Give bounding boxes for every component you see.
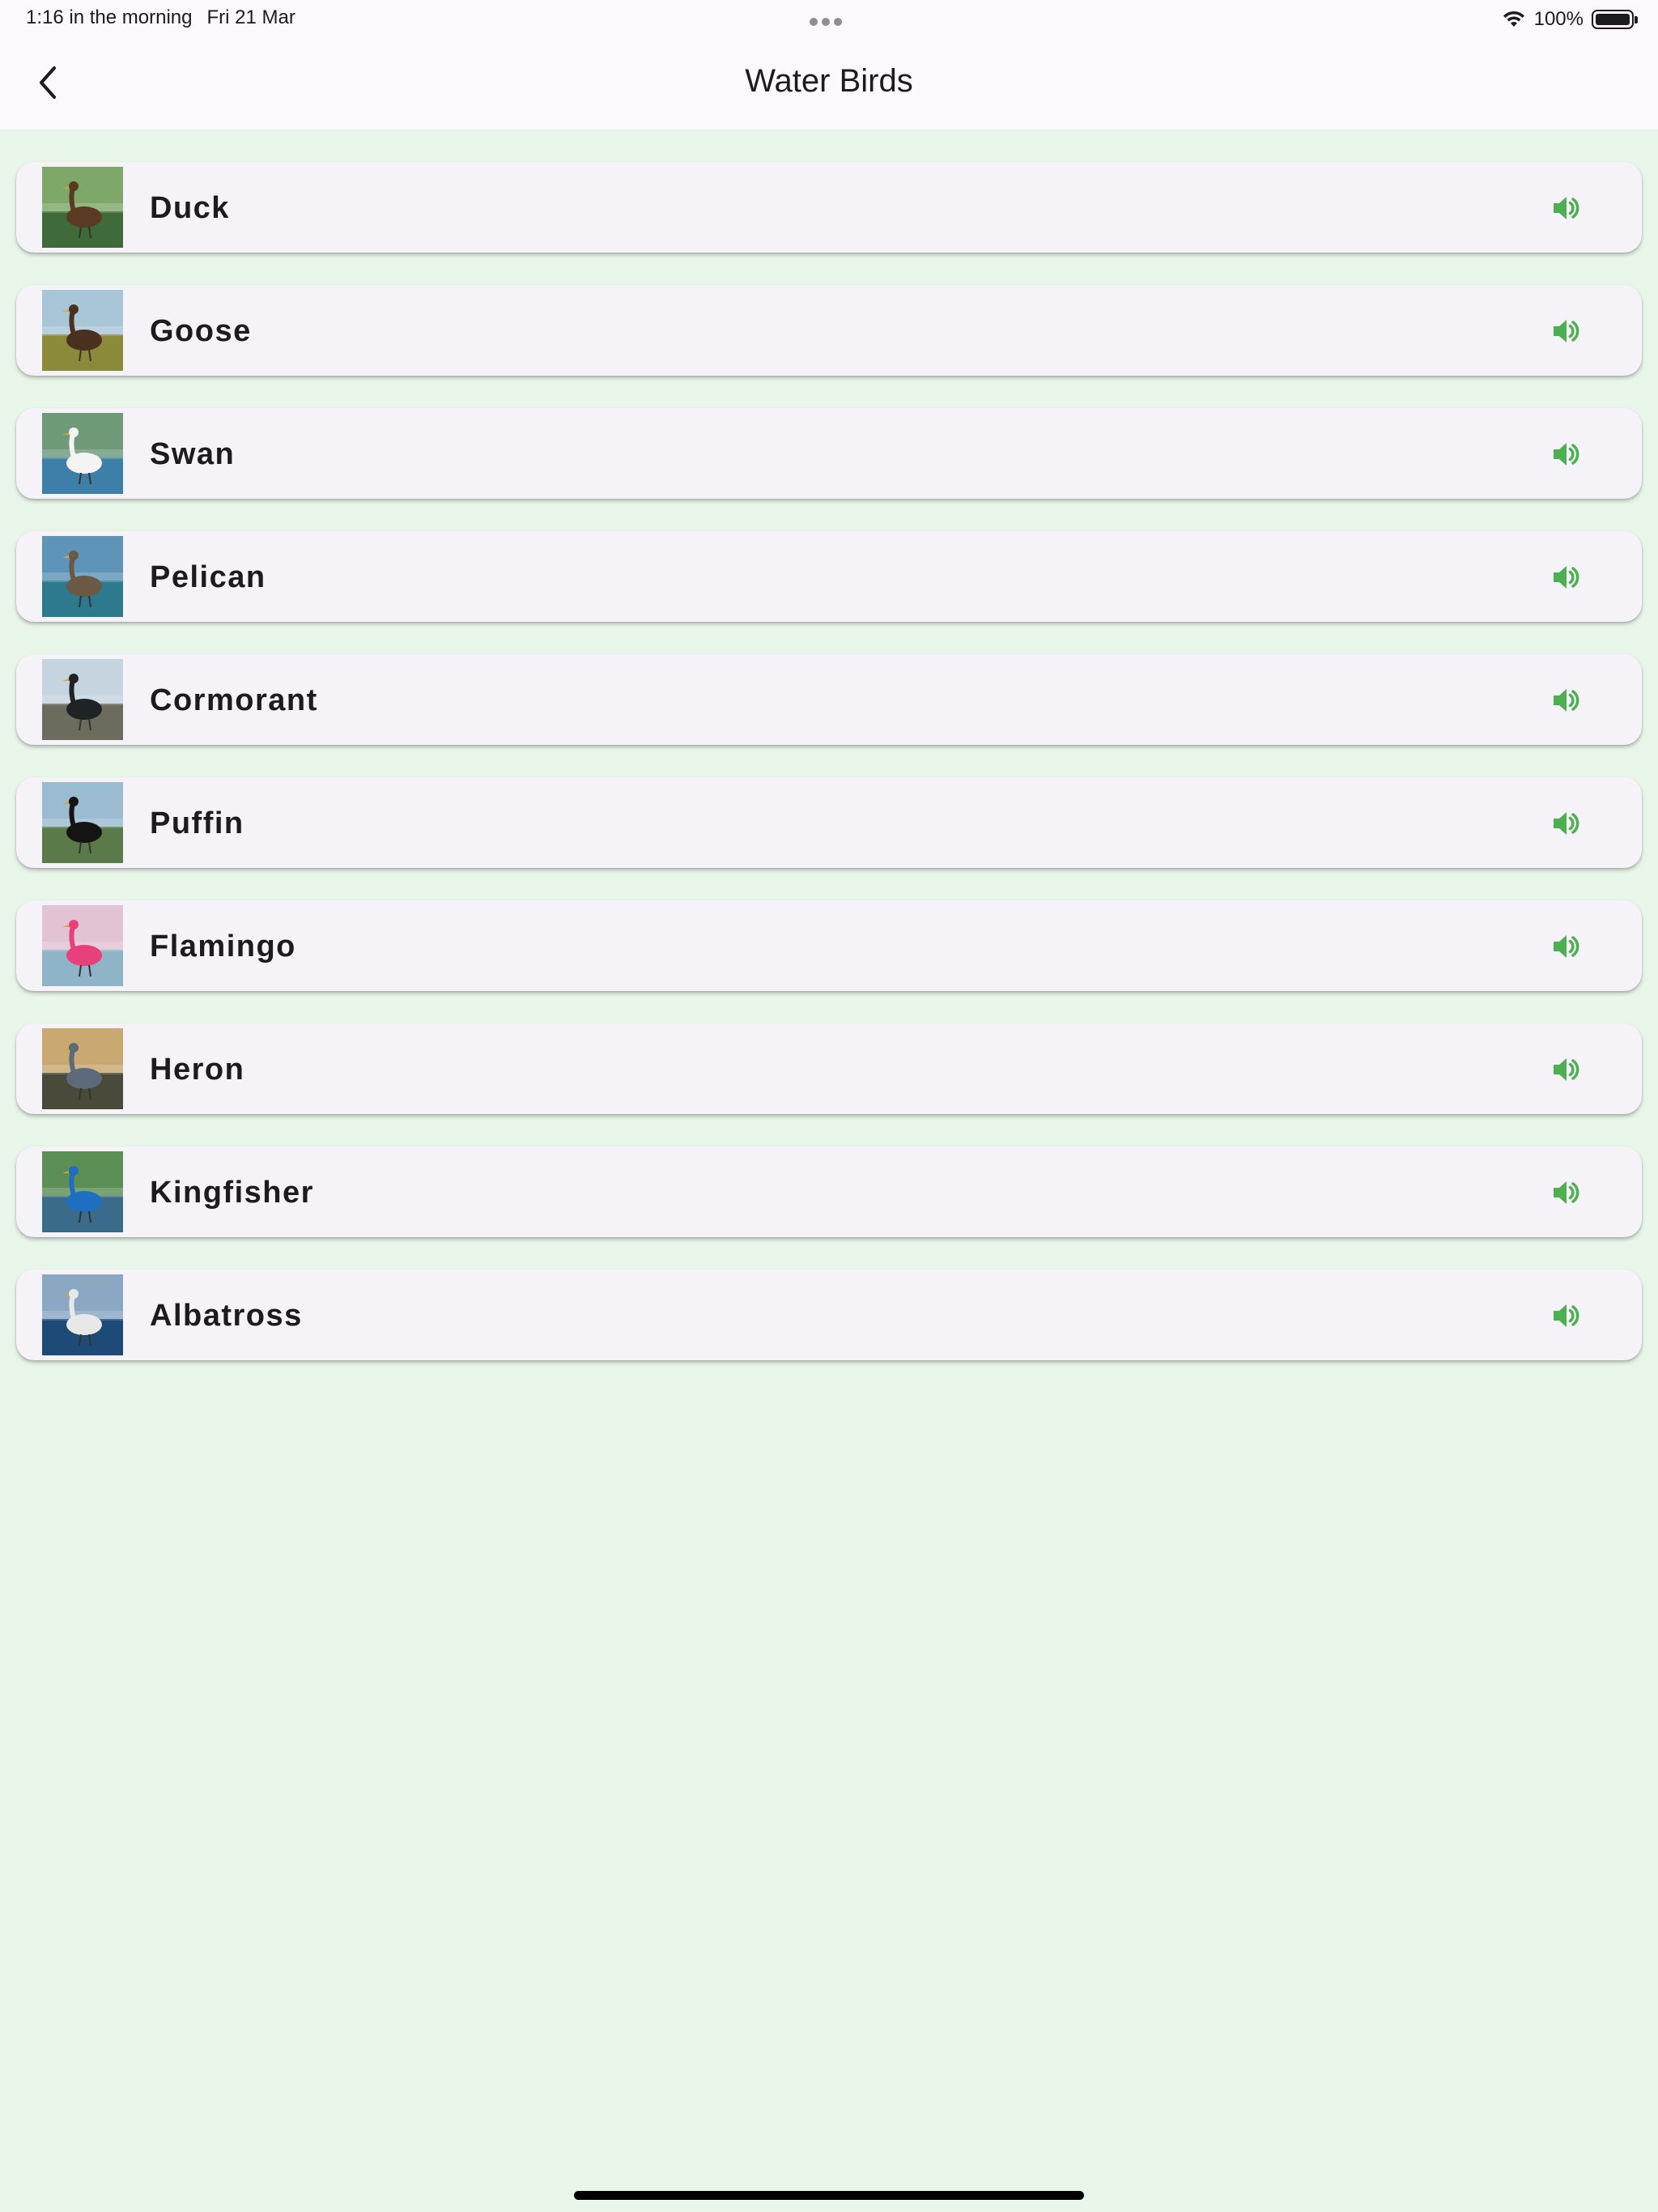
bird-name: Albatross <box>150 1299 303 1333</box>
volume-up-icon <box>1554 1181 1579 1204</box>
play-sound-button[interactable] <box>1546 311 1587 351</box>
bird-name: Flamingo <box>150 929 296 963</box>
bird-list: Duck Goose Swan Pelican Cormorant Puffin Flami… <box>16 162 1642 1393</box>
bird-card[interactable]: Cormorant <box>16 654 1642 745</box>
bird-thumbnail <box>42 167 123 248</box>
bird-card[interactable]: Goose <box>16 285 1642 376</box>
play-sound-button[interactable] <box>1546 434 1587 474</box>
volume-up-icon <box>1554 197 1579 219</box>
bird-card[interactable]: Pelican <box>16 531 1642 622</box>
app-bar: Water Birds <box>0 39 1658 130</box>
bird-card[interactable]: Swan <box>16 408 1642 499</box>
bird-card[interactable]: Puffin <box>16 777 1642 868</box>
bird-name: Cormorant <box>150 683 318 717</box>
play-sound-button[interactable] <box>1546 557 1587 598</box>
bird-name: Pelican <box>150 560 266 594</box>
bird-name: Kingfisher <box>150 1176 314 1210</box>
play-sound-button[interactable] <box>1546 680 1587 721</box>
bird-thumbnail <box>42 1028 123 1109</box>
bird-card[interactable]: Flamingo <box>16 900 1642 991</box>
page-title: Water Birds <box>745 63 913 99</box>
status-time: 1:16 in the morning Fri 21 Mar <box>26 6 295 29</box>
multitasking-dots-icon[interactable] <box>810 15 848 26</box>
play-sound-button[interactable] <box>1546 926 1587 967</box>
volume-up-icon <box>1554 320 1579 342</box>
volume-up-icon <box>1554 935 1579 958</box>
battery-percent: 100% <box>1533 8 1584 30</box>
bird-thumbnail <box>42 290 123 371</box>
volume-up-icon <box>1554 812 1579 835</box>
bird-name: Duck <box>150 191 230 225</box>
bird-name: Swan <box>150 437 236 471</box>
volume-up-icon <box>1554 689 1579 712</box>
bird-thumbnail <box>42 659 123 740</box>
volume-up-icon <box>1554 1304 1579 1327</box>
home-indicator[interactable] <box>574 2191 1084 2200</box>
bird-card[interactable]: Heron <box>16 1023 1642 1114</box>
bird-thumbnail <box>42 1151 123 1232</box>
bird-thumbnail <box>42 1274 123 1355</box>
bird-thumbnail <box>42 782 123 863</box>
status-bar: 1:16 in the morning Fri 21 Mar 100% <box>0 0 1658 39</box>
volume-up-icon <box>1554 1058 1579 1081</box>
bird-thumbnail <box>42 905 123 986</box>
bird-name: Heron <box>150 1053 245 1087</box>
bird-thumbnail <box>42 536 123 617</box>
play-sound-button[interactable] <box>1546 1295 1587 1336</box>
wifi-icon <box>1502 11 1526 28</box>
bird-card[interactable]: Kingfisher <box>16 1146 1642 1237</box>
bird-name: Puffin <box>150 806 244 840</box>
status-indicators: 100% <box>1502 6 1638 32</box>
volume-up-icon <box>1554 566 1579 589</box>
bird-thumbnail <box>42 413 123 494</box>
play-sound-button[interactable] <box>1546 1172 1587 1213</box>
bird-card[interactable]: Duck <box>16 162 1642 253</box>
play-sound-button[interactable] <box>1546 803 1587 844</box>
play-sound-button[interactable] <box>1546 188 1587 228</box>
status-date: Fri 21 Mar <box>206 6 295 28</box>
bird-name: Goose <box>150 314 252 348</box>
play-sound-button[interactable] <box>1546 1049 1587 1090</box>
status-time-text: 1:16 in the morning <box>26 6 193 28</box>
bird-card[interactable]: Albatross <box>16 1270 1642 1360</box>
battery-icon <box>1592 10 1638 29</box>
volume-up-icon <box>1554 443 1579 466</box>
